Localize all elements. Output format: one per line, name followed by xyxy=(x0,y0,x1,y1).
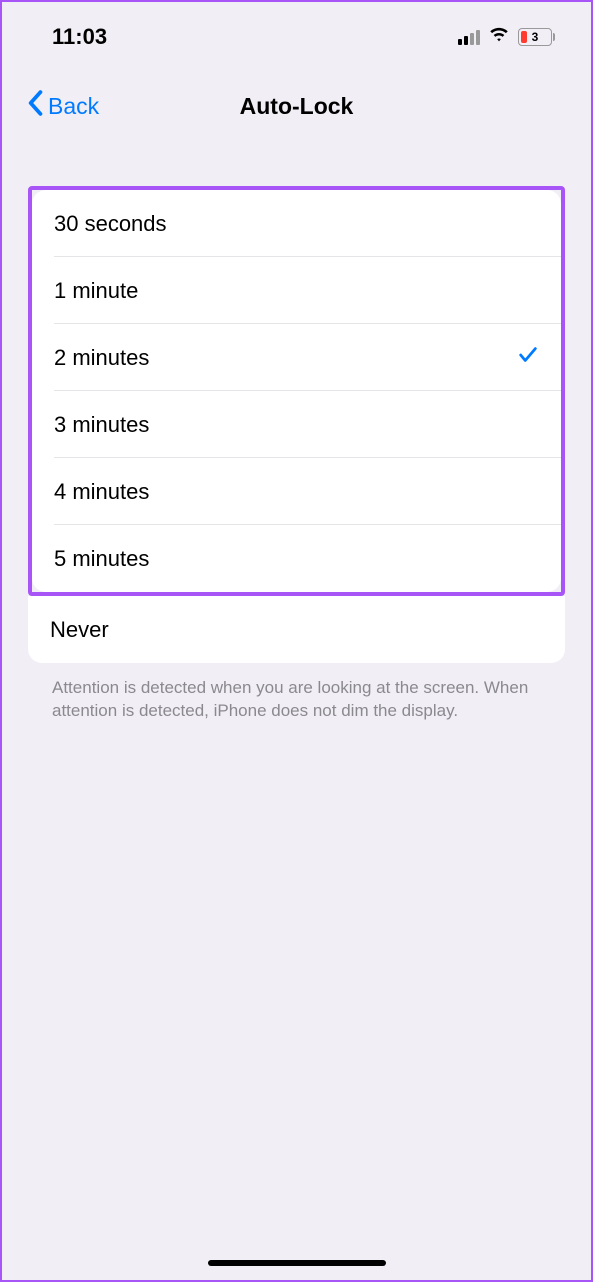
back-label: Back xyxy=(48,93,99,120)
option-label: 4 minutes xyxy=(54,479,149,505)
checkmark-icon xyxy=(517,344,539,371)
option-1-minute[interactable]: 1 minute xyxy=(32,257,561,324)
footer-description: Attention is detected when you are looki… xyxy=(28,663,565,723)
option-never[interactable]: Never xyxy=(28,596,565,663)
status-time: 11:03 xyxy=(52,24,107,50)
option-label: Never xyxy=(50,617,109,643)
option-label: 3 minutes xyxy=(54,412,149,438)
battery-level: 3 xyxy=(532,30,539,44)
option-label: 2 minutes xyxy=(54,345,149,371)
option-30-seconds[interactable]: 30 seconds xyxy=(32,190,561,257)
option-label: 1 minute xyxy=(54,278,138,304)
home-indicator[interactable] xyxy=(208,1260,386,1266)
content-area: 30 seconds 1 minute 2 minutes 3 minutes … xyxy=(2,138,591,723)
option-5-minutes[interactable]: 5 minutes xyxy=(32,525,561,592)
cellular-signal-icon xyxy=(458,30,480,45)
wifi-icon xyxy=(488,26,510,49)
option-4-minutes[interactable]: 4 minutes xyxy=(32,458,561,525)
battery-icon: 3 xyxy=(518,28,555,46)
back-button[interactable]: Back xyxy=(26,90,99,122)
option-2-minutes[interactable]: 2 minutes xyxy=(32,324,561,391)
navigation-bar: Back Auto-Lock xyxy=(2,62,591,138)
options-list: 30 seconds 1 minute 2 minutes 3 minutes … xyxy=(32,190,561,592)
option-3-minutes[interactable]: 3 minutes xyxy=(32,391,561,458)
highlighted-options: 30 seconds 1 minute 2 minutes 3 minutes … xyxy=(28,186,565,596)
option-label: 5 minutes xyxy=(54,546,149,572)
status-icons: 3 xyxy=(458,26,555,49)
status-bar: 11:03 3 xyxy=(2,2,591,62)
page-title: Auto-Lock xyxy=(240,93,354,120)
chevron-left-icon xyxy=(26,90,44,122)
option-label: 30 seconds xyxy=(54,211,167,237)
